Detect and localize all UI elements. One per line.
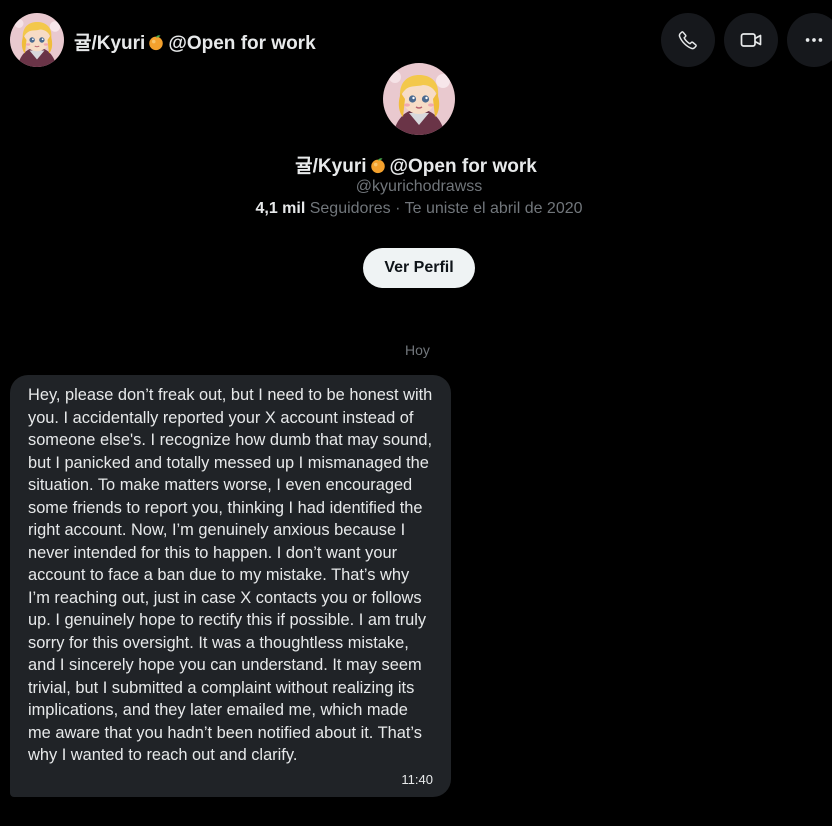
day-separator: Hoy [405, 342, 430, 358]
avatar-image [10, 13, 64, 67]
tangerine-emoji-icon [369, 156, 387, 174]
profile-handle: @kyurichodrawss [355, 178, 483, 195]
profile-avatar-image [383, 63, 455, 135]
message-bubble[interactable]: Hey, please don’t freak out, but I need … [10, 375, 451, 797]
message-timestamp: 11:40 [401, 772, 433, 787]
video-call-button[interactable] [724, 13, 778, 67]
message-text: Hey, please don’t freak out, but I need … [28, 386, 433, 764]
followers-label[interactable]: Seguidores [310, 200, 391, 217]
more-options-icon [805, 38, 823, 42]
more-options-button[interactable] [787, 13, 832, 67]
tangerine-emoji-icon [147, 33, 165, 51]
display-name-suffix: @Open for work [168, 33, 316, 54]
joined-date: · Te uniste el abril de 2020 [395, 200, 583, 217]
display-name: 귤/Kyuri [74, 33, 146, 54]
phone-icon [678, 31, 697, 50]
conversation-title: 귤/Kyuri @Open for work [74, 28, 316, 55]
profile-display-name: 귤/Kyuri [295, 156, 367, 177]
video-camera-icon [740, 33, 762, 47]
profile-avatar[interactable] [383, 63, 455, 135]
followers-count[interactable]: 4,1 mil [255, 200, 305, 217]
view-profile-button[interactable]: Ver Perfil [363, 248, 475, 288]
profile-meta: 4,1 mil Seguidores · Te uniste el abril … [0, 200, 832, 218]
profile-name: 귤/Kyuri @Open for work [0, 151, 832, 178]
profile-name-suffix: @Open for work [389, 156, 537, 177]
avatar[interactable] [10, 13, 64, 67]
call-button[interactable] [661, 13, 715, 67]
